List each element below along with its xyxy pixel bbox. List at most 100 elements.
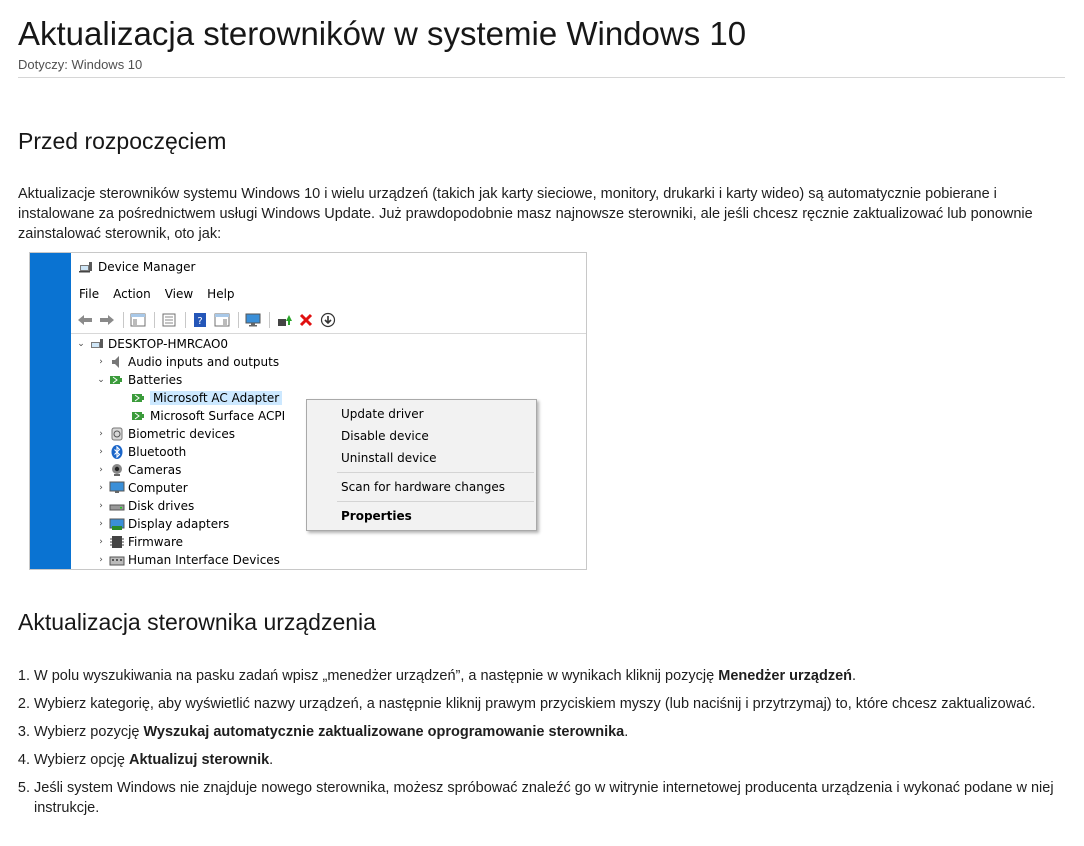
battery-icon [131, 409, 147, 423]
properties-sheet-icon[interactable] [159, 311, 179, 329]
uninstall-x-icon[interactable] [296, 311, 316, 329]
device-manager-screenshot: Device Manager File Action View Help ? ⌄… [29, 252, 587, 570]
context-properties[interactable]: Properties [307, 505, 536, 527]
toolbar-separator [154, 312, 155, 328]
chevron-right-icon[interactable]: › [95, 501, 107, 511]
step-text-end: . [269, 752, 274, 768]
bluetooth-icon [109, 445, 125, 459]
step-item: Wybierz pozycję Wyszukaj automatycznie z… [34, 722, 1074, 742]
tree-item-label: Microsoft Surface ACPI [150, 409, 286, 423]
tree-item-label: Batteries [128, 373, 183, 387]
update-driver-icon[interactable] [274, 311, 294, 329]
display-adapter-icon [109, 517, 125, 531]
console-tree-icon[interactable] [128, 311, 148, 329]
desktop-background [30, 253, 71, 569]
camera-icon [109, 463, 125, 477]
step-text: Wybierz opcję [34, 752, 129, 768]
tree-item[interactable]: › Human Interface Devices [71, 551, 586, 569]
device-manager-icon [79, 261, 93, 273]
title-divider [18, 77, 1065, 78]
tree-item-label: Firmware [128, 535, 183, 549]
context-menu: Update driver Disable device Uninstall d… [306, 399, 537, 531]
tree-root-label: DESKTOP-HMRCAO0 [108, 337, 229, 351]
step-text: Wybierz kategorię, aby wyświetlić nazwy … [34, 696, 1036, 712]
disk-drive-icon [109, 499, 125, 513]
chevron-right-icon[interactable]: › [95, 465, 107, 475]
chevron-right-icon[interactable]: › [95, 447, 107, 457]
keyboard-icon [109, 553, 125, 567]
svg-text:?: ? [197, 316, 202, 327]
monitor-icon[interactable] [243, 311, 263, 329]
window-titlebar: Device Manager [71, 253, 586, 281]
step-bold-text: Wyszukaj automatycznie zaktualizowane op… [143, 724, 625, 740]
tree-item-label: Disk drives [128, 499, 195, 513]
context-update-driver[interactable]: Update driver [307, 403, 536, 425]
chevron-right-icon[interactable]: › [95, 537, 107, 547]
forward-arrow-icon[interactable] [97, 311, 117, 329]
intro-paragraph: Aktualizacje sterowników systemu Windows… [18, 186, 1033, 242]
steps-list: W polu wyszukiwania na pasku zadań wpisz… [18, 666, 1074, 818]
view-icon[interactable] [212, 311, 232, 329]
back-arrow-icon[interactable] [75, 311, 95, 329]
tree-item[interactable]: › Firmware [71, 533, 586, 551]
step-item: Wybierz kategorię, aby wyświetlić nazwy … [34, 694, 1074, 714]
menu-action[interactable]: Action [113, 287, 151, 301]
toolbar-separator [123, 312, 124, 328]
toolbar-separator [238, 312, 239, 328]
download-circle-icon[interactable] [318, 311, 338, 329]
tree-item-label: Cameras [128, 463, 182, 477]
firmware-chip-icon [109, 535, 125, 549]
chevron-right-icon[interactable]: › [95, 357, 107, 367]
menu-view[interactable]: View [165, 287, 193, 301]
step-text: Wybierz pozycję [34, 724, 144, 740]
tree-item-label: Audio inputs and outputs [128, 355, 280, 369]
chevron-right-icon[interactable]: › [95, 429, 107, 439]
chevron-down-icon[interactable]: ⌄ [95, 375, 107, 385]
step-item: Jeśli system Windows nie znajduje nowego… [34, 778, 1074, 818]
step-text-end: . [852, 668, 857, 684]
monitor-icon [109, 481, 125, 495]
window-title: Device Manager [98, 260, 196, 274]
tree-item[interactable]: ⌄ Batteries [71, 371, 586, 389]
context-separator [337, 501, 534, 502]
device-manager-window: Device Manager File Action View Help ? ⌄… [71, 253, 586, 569]
context-disable-device[interactable]: Disable device [307, 425, 536, 447]
tree-item-label: Display adapters [128, 517, 230, 531]
menu-bar: File Action View Help [71, 281, 586, 307]
step-item: Wybierz opcję Aktualizuj sterownik. [34, 750, 1074, 770]
tree-item-label: Bluetooth [128, 445, 187, 459]
applies-to: Dotyczy: Windows 10 [18, 57, 143, 72]
chevron-right-icon[interactable]: › [95, 555, 107, 565]
speaker-icon [109, 355, 125, 369]
menu-file[interactable]: File [79, 287, 99, 301]
section-heading-update-driver: Aktualizacja sterownika urządzenia [18, 609, 376, 635]
context-scan-hardware[interactable]: Scan for hardware changes [307, 476, 536, 498]
section-heading-before-start: Przed rozpoczęciem [18, 128, 227, 154]
toolbar-separator [185, 312, 186, 328]
toolbar-separator [269, 312, 270, 328]
chevron-down-icon[interactable]: ⌄ [75, 339, 87, 349]
battery-icon [109, 373, 125, 387]
help-icon[interactable]: ? [190, 311, 210, 329]
tree-item-label: Human Interface Devices [128, 553, 280, 567]
chevron-right-icon[interactable]: › [95, 483, 107, 493]
menu-help[interactable]: Help [207, 287, 234, 301]
battery-icon [131, 391, 147, 405]
context-separator [337, 472, 534, 473]
tree-item-label: Microsoft AC Adapter [150, 391, 283, 405]
toolbar: ? [71, 307, 586, 334]
article: Aktualizacja sterowników w systemie Wind… [0, 0, 1084, 818]
tree-item-label: Biometric devices [128, 427, 236, 441]
step-bold-text: Menedżer urządzeń [718, 668, 852, 684]
tree-item[interactable]: › Audio inputs and outputs [71, 353, 586, 371]
fingerprint-icon [109, 427, 125, 441]
tree-root[interactable]: ⌄ DESKTOP-HMRCAO0 [71, 335, 586, 353]
chevron-right-icon[interactable]: › [95, 519, 107, 529]
step-text-end: . [624, 724, 629, 740]
computer-icon [89, 337, 105, 351]
step-bold-text: Aktualizuj sterownik [128, 752, 270, 768]
step-item: W polu wyszukiwania na pasku zadań wpisz… [34, 666, 1074, 686]
page-title: Aktualizacja sterowników w systemie Wind… [18, 15, 747, 52]
context-uninstall-device[interactable]: Uninstall device [307, 447, 536, 469]
step-text: W polu wyszukiwania na pasku zadań wpisz… [34, 668, 719, 684]
